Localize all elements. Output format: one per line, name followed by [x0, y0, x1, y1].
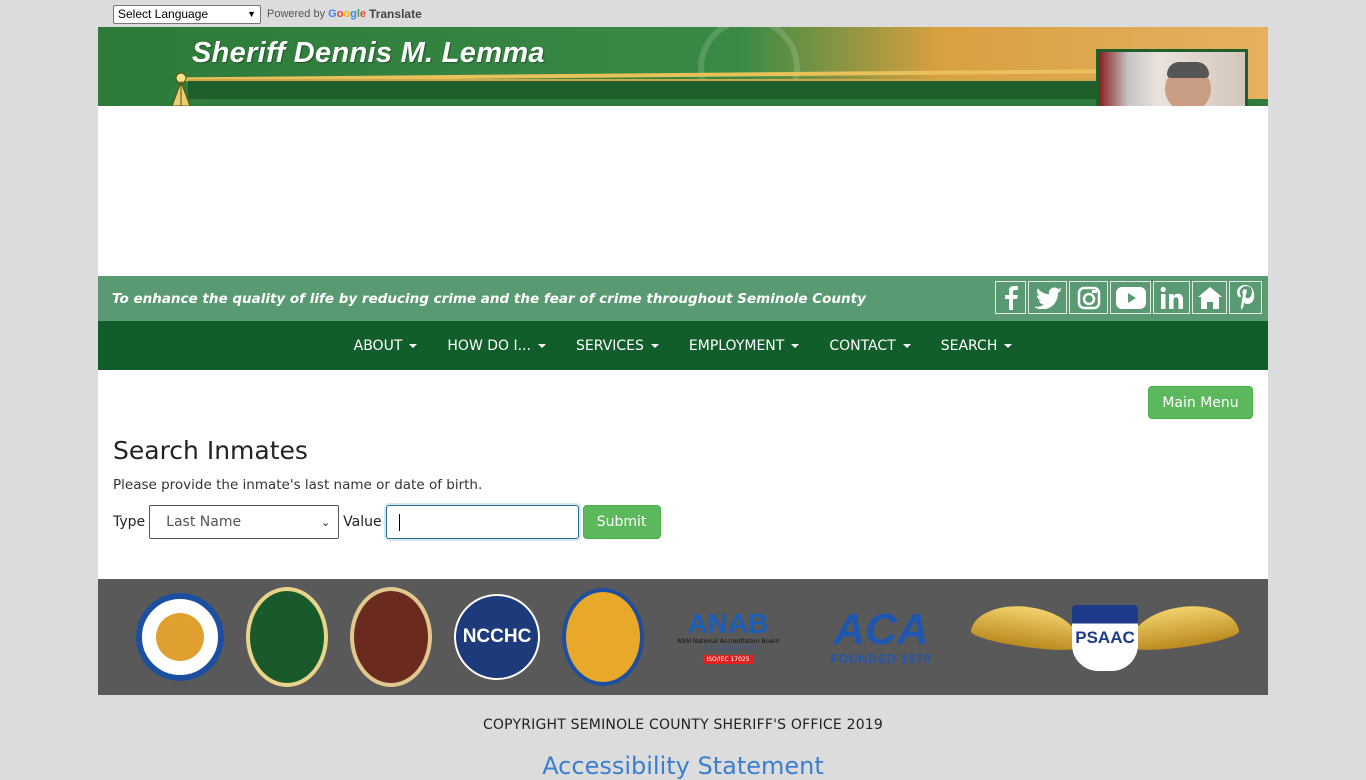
anab-accredited: ACCREDITED	[698, 645, 758, 652]
caret-down-icon	[537, 343, 546, 348]
anab-logo[interactable]: ANAB ANSI National Accreditation Board A…	[666, 587, 790, 687]
language-select[interactable]: Select Language ▼	[113, 4, 261, 24]
caret-down-icon	[791, 343, 800, 348]
psaac-logo[interactable]: PSAAC	[969, 597, 1241, 677]
nav-item-employment[interactable]: EMPLOYMENT	[688, 337, 800, 354]
nav-item-label: EMPLOYMENT	[688, 337, 785, 354]
header-banner: Sheriff Dennis M. Lemma	[98, 27, 1268, 106]
value-label: Value	[343, 514, 382, 530]
ncchc-logo[interactable]: NCCHC	[454, 594, 540, 680]
translate-bar: Select Language ▼ Powered by Google Tran…	[113, 4, 422, 24]
instagram-icon[interactable]	[1069, 281, 1108, 314]
type-select-value: Last Name	[166, 514, 242, 530]
linkedin-icon[interactable]	[1153, 281, 1190, 314]
value-input[interactable]	[385, 505, 579, 539]
sheriff-photo	[1096, 49, 1248, 106]
accreditation-logos: NCCHC ANAB ANSI National Accreditation B…	[98, 579, 1268, 695]
badge-pin-icon	[172, 72, 190, 106]
nav-item-about[interactable]: ABOUT	[354, 338, 418, 354]
translate-label: Translate	[369, 7, 422, 21]
nav-item-label: ABOUT	[353, 337, 403, 354]
powered-by-label: Powered by	[267, 8, 326, 20]
anab-iso: ISO/IEC 17025	[703, 655, 753, 664]
page-container: Sheriff Dennis M. Lemma To enhance the q…	[98, 27, 1268, 695]
eagle-icon	[156, 613, 204, 661]
chevron-down-icon: ⌄	[320, 515, 331, 529]
caret-down-icon	[409, 343, 418, 348]
twitter-icon[interactable]	[1028, 281, 1067, 314]
page-title: Search Inmates	[113, 436, 308, 465]
lea-accreditation-logo[interactable]	[562, 588, 644, 686]
search-form: Type Last Name ⌄ Value Submit	[113, 505, 661, 539]
youtube-icon[interactable]	[1110, 281, 1151, 314]
language-select-value: Select Language	[118, 7, 209, 21]
aca-founded: FOUNDED 1870	[830, 652, 932, 666]
nav-item-label: HOW DO I...	[447, 337, 531, 354]
mission-bar: To enhance the quality of life by reduci…	[98, 276, 1268, 321]
submit-button[interactable]: Submit	[582, 505, 661, 539]
accessibility-statement-link[interactable]: Accessibility Statement	[0, 752, 1366, 780]
wing-icon	[1125, 599, 1241, 655]
anab-subtitle: ANSI National Accreditation Board	[676, 638, 780, 645]
main-menu-button[interactable]: Main Menu	[1148, 386, 1253, 419]
copyright-text: COPYRIGHT SEMINOLE COUNTY SHERIFF'S OFFI…	[482, 717, 884, 733]
type-label: Type	[113, 514, 146, 530]
banner-stripe	[188, 79, 1248, 99]
aca-logo-text: ACA	[833, 605, 929, 654]
photo-hair	[1167, 62, 1209, 78]
shield-icon: PSAAC	[1072, 605, 1138, 671]
nav-item-label: SERVICES	[575, 337, 644, 354]
text-cursor	[398, 514, 400, 531]
psc-accreditation-logo[interactable]	[136, 593, 224, 681]
nav-item-search[interactable]: SEARCH	[941, 338, 1013, 354]
facebook-icon[interactable]	[995, 281, 1026, 314]
main-nav: ABOUT HOW DO I... SERVICES EMPLOYMENT CO…	[98, 321, 1268, 370]
aca-logo[interactable]: ACA FOUNDED 1870	[812, 602, 950, 672]
nav-item-label: SEARCH	[940, 337, 998, 354]
nextdoor-icon[interactable]	[1192, 281, 1227, 314]
google-logo: Google	[328, 8, 367, 20]
wing-icon	[969, 599, 1085, 655]
corrections-accreditation-logo[interactable]	[246, 587, 328, 687]
pinterest-icon[interactable]	[1229, 281, 1262, 314]
social-links	[995, 281, 1262, 314]
nav-item-contact[interactable]: CONTACT	[829, 337, 911, 354]
type-select[interactable]: Last Name ⌄	[149, 505, 340, 539]
search-instructions: Please provide the inmate's last name or…	[113, 477, 483, 493]
banner-ad-area	[98, 106, 1268, 276]
caret-down-icon	[1004, 343, 1013, 348]
psaac-logo-text: PSAAC	[1073, 628, 1137, 648]
sheriff-title: Sheriff Dennis M. Lemma	[192, 37, 545, 69]
law-enforcement-accreditation-logo[interactable]	[350, 587, 432, 687]
nav-item-label: CONTACT	[829, 337, 896, 354]
mission-statement: To enhance the quality of life by reduci…	[112, 291, 866, 307]
caret-down-icon	[650, 343, 659, 348]
caret-down-icon	[902, 343, 911, 348]
search-content: Main Menu Search Inmates Please provide …	[98, 370, 1268, 579]
chevron-down-icon: ▼	[247, 9, 256, 19]
anab-logo-text: ANAB	[687, 608, 769, 639]
nav-item-services[interactable]: SERVICES	[576, 338, 659, 354]
nav-item-how-do-i[interactable]: HOW DO I...	[447, 338, 546, 354]
powered-by-google[interactable]: Powered by Google Translate	[267, 7, 422, 21]
